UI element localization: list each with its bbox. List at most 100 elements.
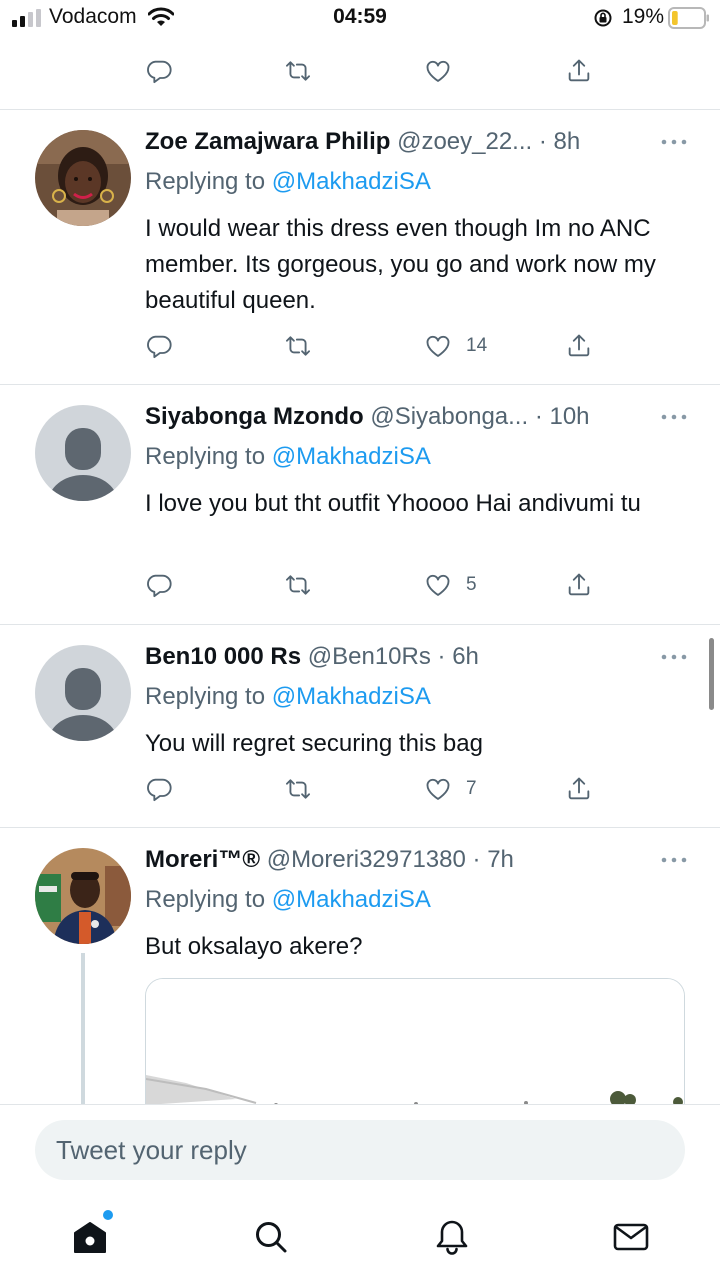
more-icon: [661, 654, 687, 660]
like-button[interactable]: 5: [424, 567, 477, 603]
tweet-text: I would wear this dress even though Im n…: [145, 215, 656, 314]
tweet-text: But oksalayo akere?: [145, 933, 363, 960]
reply-button[interactable]: [145, 567, 173, 603]
tweet-time: · 7h: [472, 846, 514, 873]
search-icon: [256, 1222, 287, 1253]
replying-to: Replying to @MakhadziSA: [145, 682, 431, 712]
more-icon: [661, 857, 687, 863]
thread-line: [81, 953, 85, 1104]
share-icon: [568, 59, 590, 82]
like-button[interactable]: 14: [424, 328, 487, 364]
like-count: 7: [466, 778, 477, 799]
replying-to-label: Replying to: [145, 886, 272, 913]
default-profile-icon: [35, 645, 131, 741]
battery-percent: 19%: [622, 5, 665, 28]
tweet-text: I love you but tht outfit Yhoooo Hai and…: [145, 490, 641, 517]
tweet-time: · 10h: [534, 403, 590, 430]
share-icon: [568, 573, 590, 596]
mention-link[interactable]: @MakhadziSA: [272, 443, 431, 470]
retweet-icon: [285, 779, 311, 799]
more-button[interactable]: [660, 642, 688, 672]
tweet-header: Zoe Zamajwara Philip @zoey_22... · 8h: [145, 127, 688, 157]
display-name[interactable]: Moreri™®: [145, 846, 260, 873]
avatar[interactable]: [35, 848, 131, 944]
like-icon: [426, 574, 450, 596]
default-profile-icon: [35, 405, 131, 501]
mention-link[interactable]: @MakhadziSA: [272, 886, 431, 913]
share-button[interactable]: [565, 328, 593, 364]
like-count: 14: [466, 335, 488, 356]
more-icon: [661, 139, 687, 145]
new-content-dot: [103, 1210, 113, 1220]
reply-button[interactable]: [145, 771, 173, 807]
tweet-header: Siyabonga Mzondo @Siyabonga... · 10h: [145, 402, 688, 432]
share-icon: [568, 777, 590, 800]
tab-notifications[interactable]: [430, 1215, 474, 1259]
reply-icon: [147, 778, 172, 802]
mention-link[interactable]: @MakhadziSA: [272, 683, 431, 710]
home-icon: [74, 1222, 106, 1253]
retweet-button[interactable]: [284, 567, 312, 603]
tweet-actions: 5: [0, 567, 720, 603]
mention-link[interactable]: @MakhadziSA: [272, 168, 431, 195]
tweet-header: Ben10 000 Rs @Ben10Rs · 6h: [145, 642, 688, 672]
username[interactable]: @zoey_22...: [397, 128, 532, 155]
messages-icon: [613, 1223, 649, 1251]
replying-to-label: Replying to: [145, 683, 272, 710]
like-icon: [426, 778, 450, 800]
replying-to: Replying to @MakhadziSA: [145, 442, 431, 472]
username[interactable]: @Moreri32971380: [267, 846, 466, 873]
replying-to-label: Replying to: [145, 168, 272, 195]
tweet-time: · 8h: [538, 128, 581, 155]
reply-button[interactable]: [145, 53, 173, 89]
replying-to: Replying to @MakhadziSA: [145, 167, 431, 197]
avatar[interactable]: [35, 405, 131, 501]
more-button[interactable]: [660, 402, 688, 432]
tab-messages[interactable]: [609, 1215, 653, 1259]
retweet-icon: [285, 575, 311, 595]
display-name[interactable]: Siyabonga Mzondo: [145, 403, 364, 430]
more-button[interactable]: [660, 127, 688, 157]
share-button[interactable]: [565, 771, 593, 807]
orientation-lock-icon: [594, 9, 612, 27]
username[interactable]: @Ben10Rs: [308, 643, 431, 670]
notifications-icon: [436, 1220, 468, 1255]
share-button[interactable]: [565, 567, 593, 603]
retweet-button[interactable]: [284, 328, 312, 364]
scroll-indicator[interactable]: [709, 638, 714, 710]
reply-icon: [147, 335, 172, 359]
tweet-reply-input[interactable]: Tweet your reply: [35, 1120, 685, 1180]
tweet[interactable]: Ben10 000 Rs @Ben10Rs · 6h Replying to @…: [0, 625, 720, 827]
avatar[interactable]: [35, 645, 131, 741]
retweet-button[interactable]: [284, 53, 312, 89]
like-icon: [426, 60, 450, 82]
tweet[interactable]: Siyabonga Mzondo @Siyabonga... · 10h Rep…: [0, 385, 720, 624]
tweet[interactable]: Zoe Zamajwara Philip @zoey_22... · 8h Re…: [0, 110, 720, 384]
user-photo: [35, 130, 131, 226]
user-photo: [35, 848, 131, 944]
more-button[interactable]: [660, 845, 688, 875]
retweet-button[interactable]: [284, 771, 312, 807]
tweet-text: You will regret securing this bag: [145, 730, 483, 757]
replying-to-label: Replying to: [145, 443, 272, 470]
like-icon: [426, 335, 450, 357]
battery-icon: [668, 7, 709, 29]
retweet-icon: [285, 61, 311, 81]
more-icon: [661, 414, 687, 420]
tab-home[interactable]: [68, 1210, 113, 1259]
share-icon: [568, 334, 590, 357]
reply-button[interactable]: [145, 328, 173, 364]
tweet-actions: 14: [0, 328, 720, 364]
display-name[interactable]: Zoe Zamajwara Philip: [145, 128, 390, 155]
share-button[interactable]: [565, 53, 593, 89]
like-button[interactable]: 7: [424, 771, 477, 807]
tweet-header: Moreri™® @Moreri32971380 · 7h: [145, 845, 688, 875]
username[interactable]: @Siyabonga...: [370, 403, 528, 430]
display-name[interactable]: Ben10 000 Rs: [145, 643, 301, 670]
avatar[interactable]: [35, 130, 131, 226]
reply-icon: [147, 574, 172, 598]
status-bar: Vodacom 04:59 19%: [0, 0, 720, 36]
tab-search[interactable]: [249, 1215, 293, 1259]
like-button[interactable]: [424, 53, 452, 89]
previous-tweet-actions: [0, 53, 720, 89]
